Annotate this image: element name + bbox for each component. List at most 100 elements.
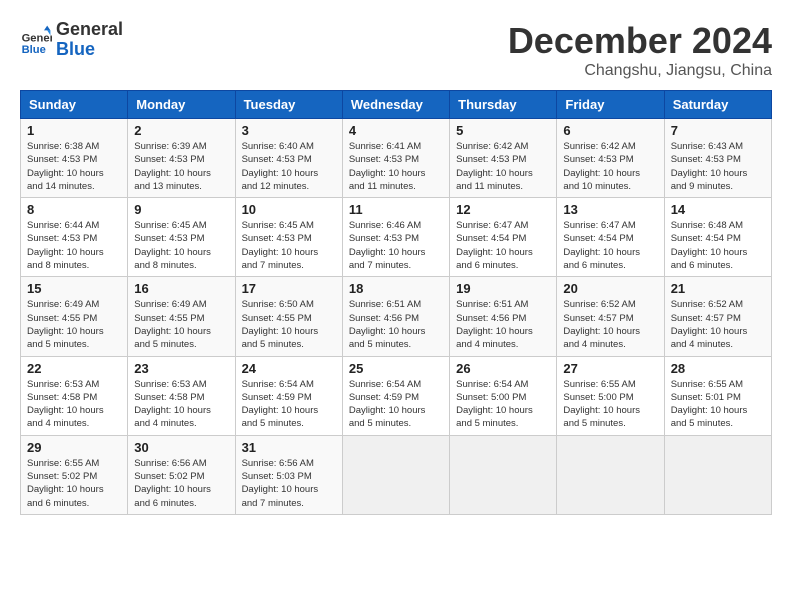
- calendar-header-row: SundayMondayTuesdayWednesdayThursdayFrid…: [21, 91, 772, 119]
- day-info: Sunrise: 6:40 AMSunset: 4:53 PMDaylight:…: [242, 140, 336, 193]
- day-info: Sunrise: 6:55 AMSunset: 5:00 PMDaylight:…: [563, 378, 657, 431]
- day-info: Sunrise: 6:42 AMSunset: 4:53 PMDaylight:…: [563, 140, 657, 193]
- day-number: 2: [134, 123, 228, 138]
- day-info: Sunrise: 6:52 AMSunset: 4:57 PMDaylight:…: [563, 298, 657, 351]
- header-tuesday: Tuesday: [235, 91, 342, 119]
- day-number: 12: [456, 202, 550, 217]
- calendar-cell: 12 Sunrise: 6:47 AMSunset: 4:54 PMDaylig…: [450, 198, 557, 277]
- calendar-cell: 16 Sunrise: 6:49 AMSunset: 4:55 PMDaylig…: [128, 277, 235, 356]
- svg-text:Blue: Blue: [22, 44, 46, 56]
- calendar-cell: [342, 435, 449, 514]
- day-number: 20: [563, 281, 657, 296]
- day-number: 1: [27, 123, 121, 138]
- calendar-cell: 22 Sunrise: 6:53 AMSunset: 4:58 PMDaylig…: [21, 356, 128, 435]
- day-number: 21: [671, 281, 765, 296]
- day-number: 30: [134, 440, 228, 455]
- calendar-week-5: 29 Sunrise: 6:55 AMSunset: 5:02 PMDaylig…: [21, 435, 772, 514]
- day-info: Sunrise: 6:39 AMSunset: 4:53 PMDaylight:…: [134, 140, 228, 193]
- calendar-cell: 27 Sunrise: 6:55 AMSunset: 5:00 PMDaylig…: [557, 356, 664, 435]
- calendar-cell: 4 Sunrise: 6:41 AMSunset: 4:53 PMDayligh…: [342, 119, 449, 198]
- calendar-cell: 15 Sunrise: 6:49 AMSunset: 4:55 PMDaylig…: [21, 277, 128, 356]
- calendar-cell: 7 Sunrise: 6:43 AMSunset: 4:53 PMDayligh…: [664, 119, 771, 198]
- day-info: Sunrise: 6:44 AMSunset: 4:53 PMDaylight:…: [27, 219, 121, 272]
- calendar-cell: 8 Sunrise: 6:44 AMSunset: 4:53 PMDayligh…: [21, 198, 128, 277]
- day-info: Sunrise: 6:46 AMSunset: 4:53 PMDaylight:…: [349, 219, 443, 272]
- header-sunday: Sunday: [21, 91, 128, 119]
- calendar-cell: 13 Sunrise: 6:47 AMSunset: 4:54 PMDaylig…: [557, 198, 664, 277]
- day-info: Sunrise: 6:54 AMSunset: 4:59 PMDaylight:…: [242, 378, 336, 431]
- header-monday: Monday: [128, 91, 235, 119]
- header-wednesday: Wednesday: [342, 91, 449, 119]
- day-info: Sunrise: 6:54 AMSunset: 4:59 PMDaylight:…: [349, 378, 443, 431]
- day-info: Sunrise: 6:41 AMSunset: 4:53 PMDaylight:…: [349, 140, 443, 193]
- day-info: Sunrise: 6:47 AMSunset: 4:54 PMDaylight:…: [563, 219, 657, 272]
- day-number: 4: [349, 123, 443, 138]
- day-info: Sunrise: 6:53 AMSunset: 4:58 PMDaylight:…: [27, 378, 121, 431]
- day-number: 13: [563, 202, 657, 217]
- day-number: 22: [27, 361, 121, 376]
- day-info: Sunrise: 6:47 AMSunset: 4:54 PMDaylight:…: [456, 219, 550, 272]
- calendar-cell: [664, 435, 771, 514]
- header-thursday: Thursday: [450, 91, 557, 119]
- day-info: Sunrise: 6:51 AMSunset: 4:56 PMDaylight:…: [456, 298, 550, 351]
- day-info: Sunrise: 6:50 AMSunset: 4:55 PMDaylight:…: [242, 298, 336, 351]
- day-info: Sunrise: 6:45 AMSunset: 4:53 PMDaylight:…: [134, 219, 228, 272]
- calendar-cell: 28 Sunrise: 6:55 AMSunset: 5:01 PMDaylig…: [664, 356, 771, 435]
- day-number: 25: [349, 361, 443, 376]
- day-info: Sunrise: 6:43 AMSunset: 4:53 PMDaylight:…: [671, 140, 765, 193]
- subtitle: Changshu, Jiangsu, China: [508, 62, 772, 80]
- day-info: Sunrise: 6:51 AMSunset: 4:56 PMDaylight:…: [349, 298, 443, 351]
- day-number: 31: [242, 440, 336, 455]
- day-number: 8: [27, 202, 121, 217]
- day-number: 16: [134, 281, 228, 296]
- calendar-table: SundayMondayTuesdayWednesdayThursdayFrid…: [20, 90, 772, 515]
- day-info: Sunrise: 6:52 AMSunset: 4:57 PMDaylight:…: [671, 298, 765, 351]
- day-number: 18: [349, 281, 443, 296]
- calendar-cell: 14 Sunrise: 6:48 AMSunset: 4:54 PMDaylig…: [664, 198, 771, 277]
- calendar-cell: 3 Sunrise: 6:40 AMSunset: 4:53 PMDayligh…: [235, 119, 342, 198]
- day-number: 17: [242, 281, 336, 296]
- logo-icon: General Blue: [20, 24, 52, 56]
- day-number: 29: [27, 440, 121, 455]
- day-number: 15: [27, 281, 121, 296]
- day-number: 28: [671, 361, 765, 376]
- day-info: Sunrise: 6:55 AMSunset: 5:02 PMDaylight:…: [27, 457, 121, 510]
- calendar-cell: 23 Sunrise: 6:53 AMSunset: 4:58 PMDaylig…: [128, 356, 235, 435]
- day-number: 3: [242, 123, 336, 138]
- calendar-cell: 29 Sunrise: 6:55 AMSunset: 5:02 PMDaylig…: [21, 435, 128, 514]
- calendar-week-1: 1 Sunrise: 6:38 AMSunset: 4:53 PMDayligh…: [21, 119, 772, 198]
- day-number: 11: [349, 202, 443, 217]
- header: General Blue General Blue December 2024 …: [20, 20, 772, 80]
- day-info: Sunrise: 6:49 AMSunset: 4:55 PMDaylight:…: [27, 298, 121, 351]
- logo: General Blue General Blue: [20, 20, 123, 60]
- day-number: 9: [134, 202, 228, 217]
- day-number: 10: [242, 202, 336, 217]
- calendar-cell: 21 Sunrise: 6:52 AMSunset: 4:57 PMDaylig…: [664, 277, 771, 356]
- day-info: Sunrise: 6:55 AMSunset: 5:01 PMDaylight:…: [671, 378, 765, 431]
- day-info: Sunrise: 6:53 AMSunset: 4:58 PMDaylight:…: [134, 378, 228, 431]
- day-info: Sunrise: 6:56 AMSunset: 5:03 PMDaylight:…: [242, 457, 336, 510]
- day-info: Sunrise: 6:45 AMSunset: 4:53 PMDaylight:…: [242, 219, 336, 272]
- calendar-cell: 31 Sunrise: 6:56 AMSunset: 5:03 PMDaylig…: [235, 435, 342, 514]
- calendar-cell: 30 Sunrise: 6:56 AMSunset: 5:02 PMDaylig…: [128, 435, 235, 514]
- svg-text:General: General: [22, 32, 52, 44]
- day-info: Sunrise: 6:38 AMSunset: 4:53 PMDaylight:…: [27, 140, 121, 193]
- day-info: Sunrise: 6:42 AMSunset: 4:53 PMDaylight:…: [456, 140, 550, 193]
- day-info: Sunrise: 6:54 AMSunset: 5:00 PMDaylight:…: [456, 378, 550, 431]
- day-number: 19: [456, 281, 550, 296]
- title-area: December 2024 Changshu, Jiangsu, China: [508, 20, 772, 80]
- day-number: 24: [242, 361, 336, 376]
- day-info: Sunrise: 6:56 AMSunset: 5:02 PMDaylight:…: [134, 457, 228, 510]
- calendar-week-4: 22 Sunrise: 6:53 AMSunset: 4:58 PMDaylig…: [21, 356, 772, 435]
- calendar-cell: 26 Sunrise: 6:54 AMSunset: 5:00 PMDaylig…: [450, 356, 557, 435]
- header-saturday: Saturday: [664, 91, 771, 119]
- logo-text: General Blue: [56, 20, 123, 60]
- day-number: 23: [134, 361, 228, 376]
- calendar-cell: 19 Sunrise: 6:51 AMSunset: 4:56 PMDaylig…: [450, 277, 557, 356]
- day-number: 26: [456, 361, 550, 376]
- calendar-cell: 2 Sunrise: 6:39 AMSunset: 4:53 PMDayligh…: [128, 119, 235, 198]
- day-info: Sunrise: 6:48 AMSunset: 4:54 PMDaylight:…: [671, 219, 765, 272]
- day-info: Sunrise: 6:49 AMSunset: 4:55 PMDaylight:…: [134, 298, 228, 351]
- calendar-cell: 6 Sunrise: 6:42 AMSunset: 4:53 PMDayligh…: [557, 119, 664, 198]
- calendar-cell: 11 Sunrise: 6:46 AMSunset: 4:53 PMDaylig…: [342, 198, 449, 277]
